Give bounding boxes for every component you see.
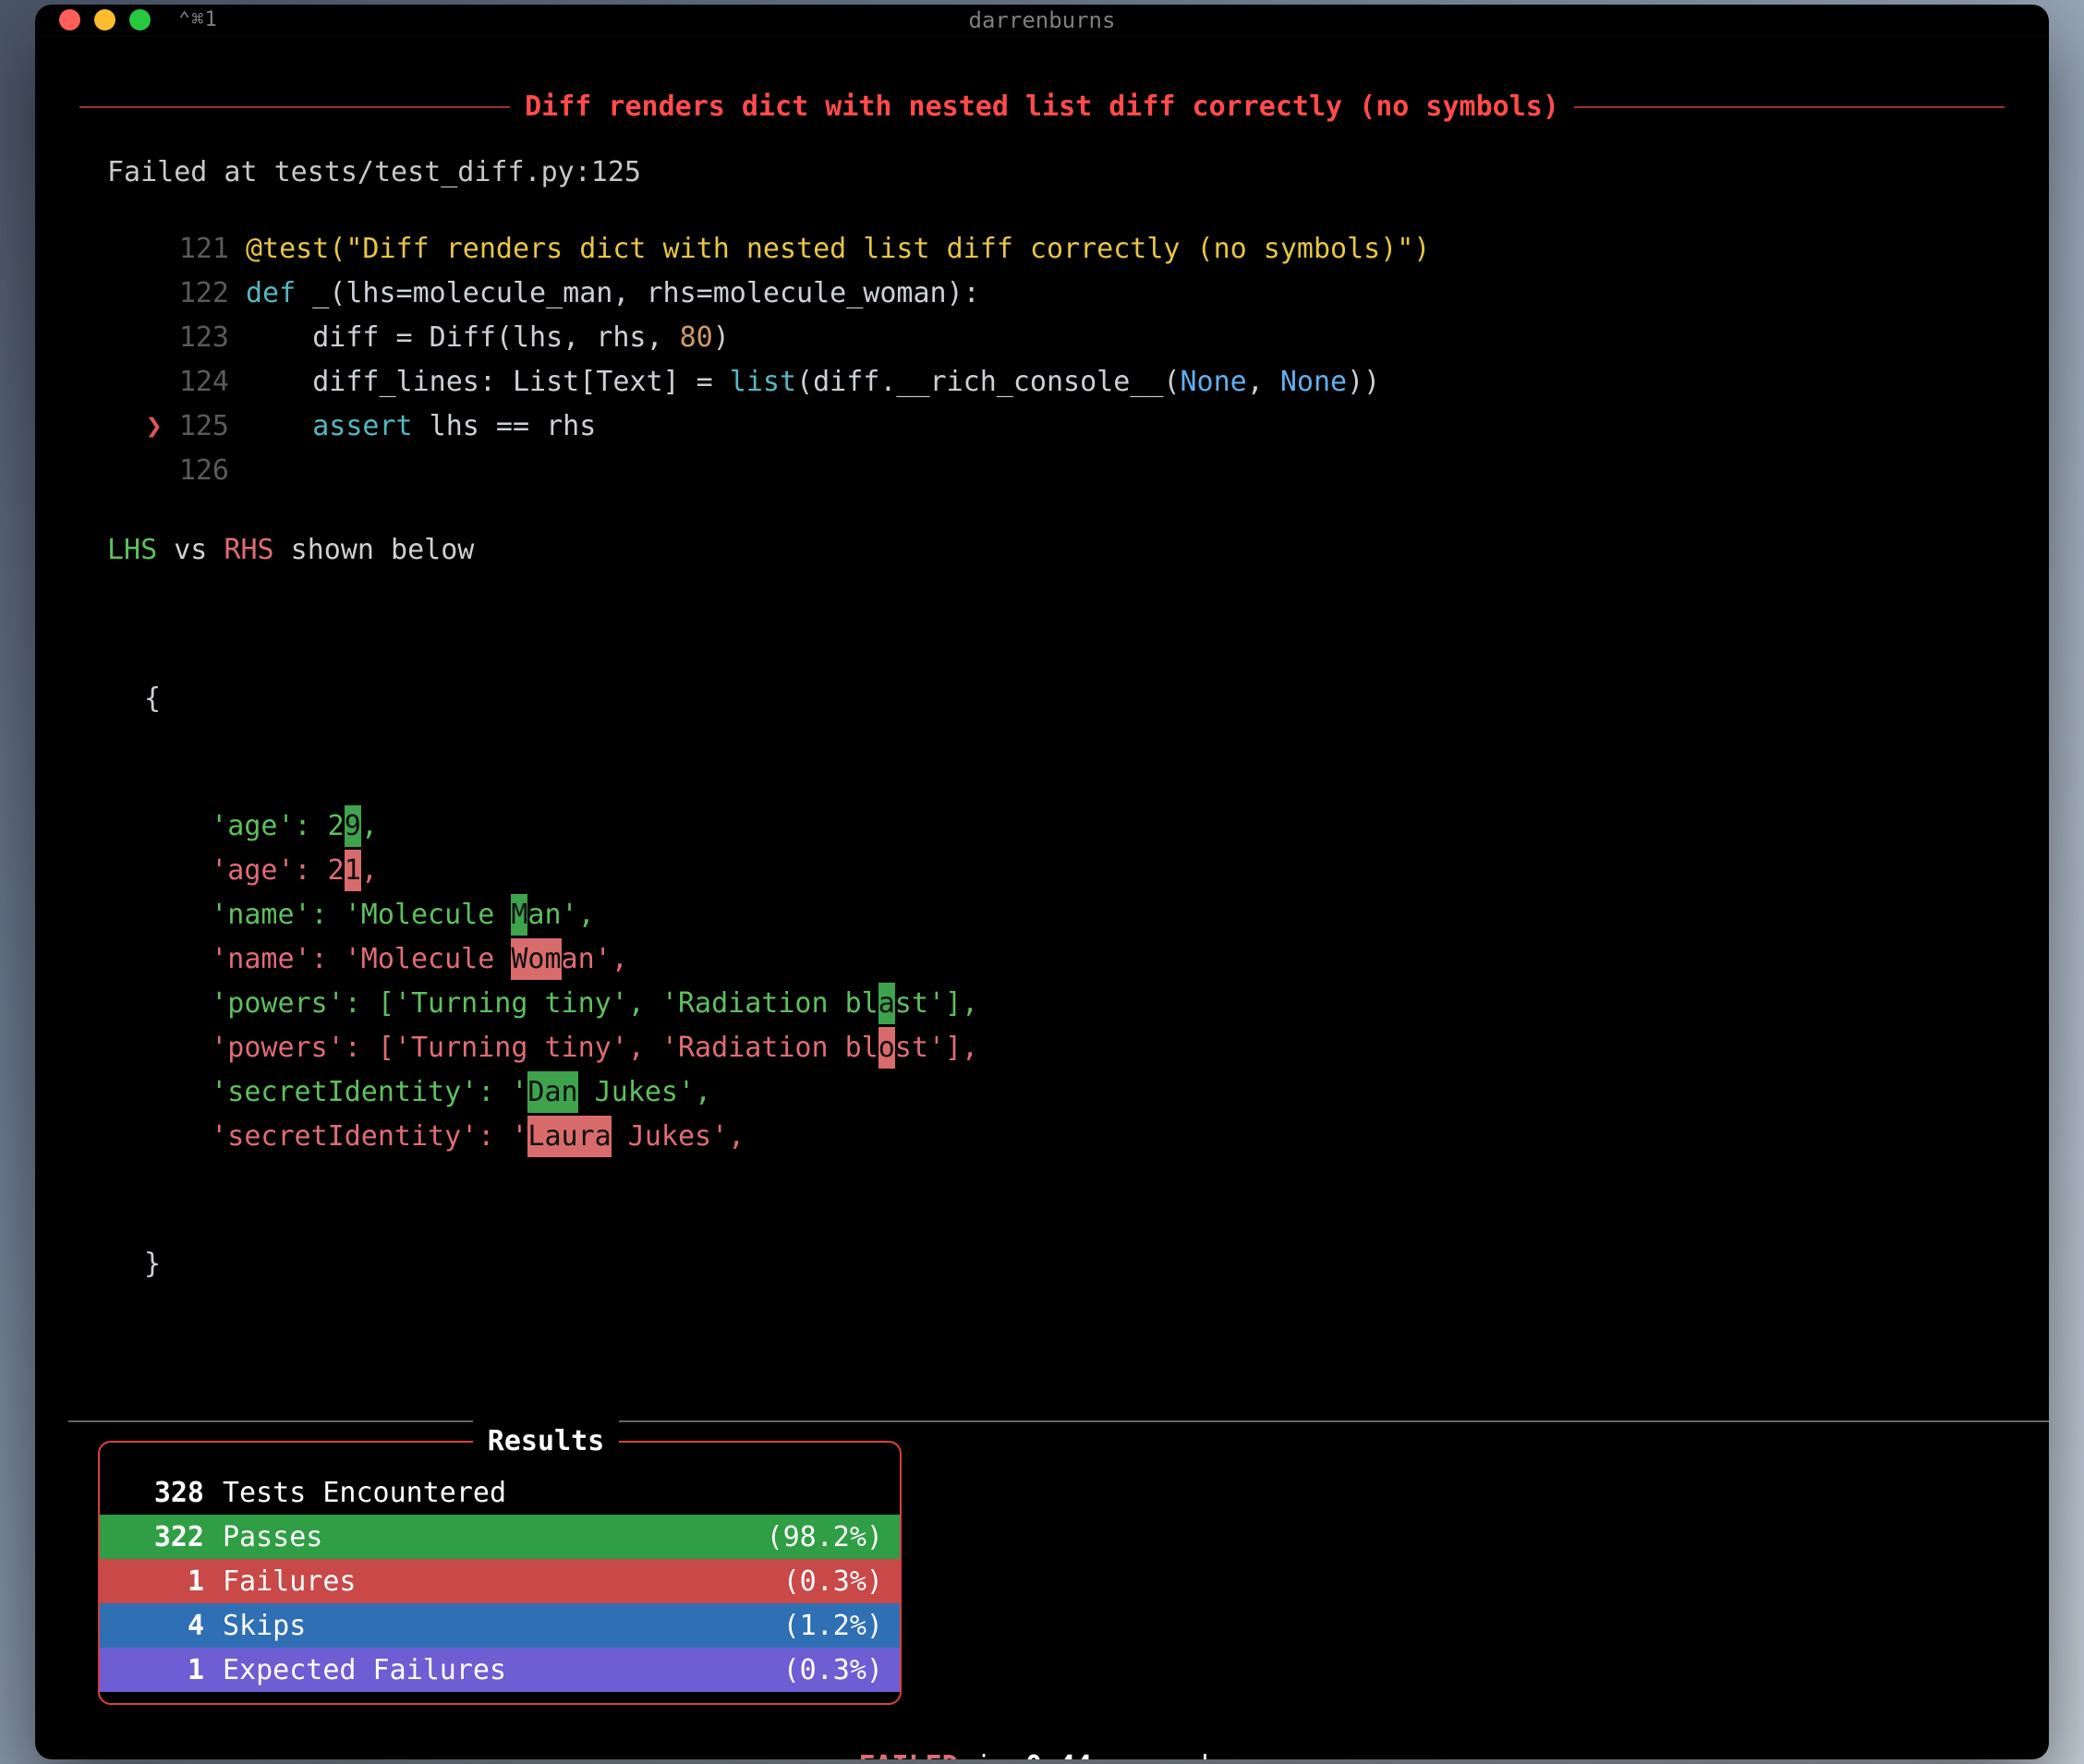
test-header-rule: Diff renders dict with nested list diff … (79, 86, 2005, 127)
diff-line: 'age': 29, (144, 803, 2005, 848)
minimize-button[interactable] (94, 9, 115, 30)
code-line-123: 123 diff = Diff(lhs, rhs, 80) (126, 315, 2005, 359)
tab-indicator: ⌃⌘1 (178, 5, 218, 35)
current-line-arrow: ❯ (146, 410, 163, 442)
terminal-body[interactable]: Diff renders dict with nested list diff … (35, 36, 2049, 1759)
diff-brace-close: } (144, 1241, 2005, 1286)
diff-brace-open: { (144, 676, 2005, 720)
close-button[interactable] (59, 9, 80, 30)
lhs-vs-rhs-label: LHS vs RHS shown below (107, 529, 2005, 571)
traffic-lights (59, 9, 151, 30)
code-line-121: 121 @test("Diff renders dict with nested… (126, 226, 2005, 271)
window-title: darrenburns (35, 5, 2049, 37)
diff-line: 'powers': ['Turning tiny', 'Radiation bl… (144, 1025, 2005, 1069)
results-passes: 322 Passes (98.2%) (100, 1515, 900, 1559)
test-name: Diff renders dict with nested list diff … (510, 86, 1574, 127)
results-failures: 1 Failures (0.3%) (100, 1559, 900, 1603)
diff-line: 'age': 21, (144, 848, 2005, 892)
results-skips: 4 Skips (1.2%) (100, 1603, 900, 1648)
results-encountered: 328 Tests Encountered (100, 1470, 900, 1515)
code-line-124: 124 diff_lines: List[Text] = list(diff._… (126, 359, 2005, 404)
diff-line: 'secretIdentity': 'Laura Jukes', (144, 1114, 2005, 1158)
code-snippet: 121 @test("Diff renders dict with nested… (126, 226, 2005, 492)
code-line-122: 122 def _(lhs=molecule_man, rhs=molecule… (126, 271, 2005, 315)
final-status-rule: FAILED in 0.44 seconds (79, 1746, 2005, 1759)
diff-output: { 'age': 29, 'age': 21, 'name': 'Molecul… (144, 593, 2005, 1369)
terminal-window: ⌃⌘1 darrenburns Diff renders dict with n… (35, 5, 2049, 1759)
zoom-button[interactable] (129, 9, 151, 30)
diff-line: 'name': 'Molecule Woman', (144, 936, 2005, 981)
diff-line: 'name': 'Molecule Man', (144, 892, 2005, 936)
final-time: 0.44 (1025, 1750, 1092, 1759)
code-line-126: 126 (126, 448, 2005, 492)
titlebar: ⌃⌘1 darrenburns (35, 5, 2049, 36)
results-heading: Results (473, 1420, 619, 1462)
final-status: FAILED (858, 1750, 958, 1759)
failure-location: Failed at tests/test_diff.py:125 (107, 151, 2005, 193)
results-panel: Results 328 Tests Encountered 322 Passes… (98, 1441, 902, 1705)
diff-line: 'secretIdentity': 'Dan Jukes', (144, 1069, 2005, 1114)
code-line-125: ❯ 125 assert lhs == rhs (126, 404, 2005, 448)
diff-line: 'powers': ['Turning tiny', 'Radiation bl… (144, 981, 2005, 1025)
results-expected-failures: 1 Expected Failures (0.3%) (100, 1648, 900, 1692)
